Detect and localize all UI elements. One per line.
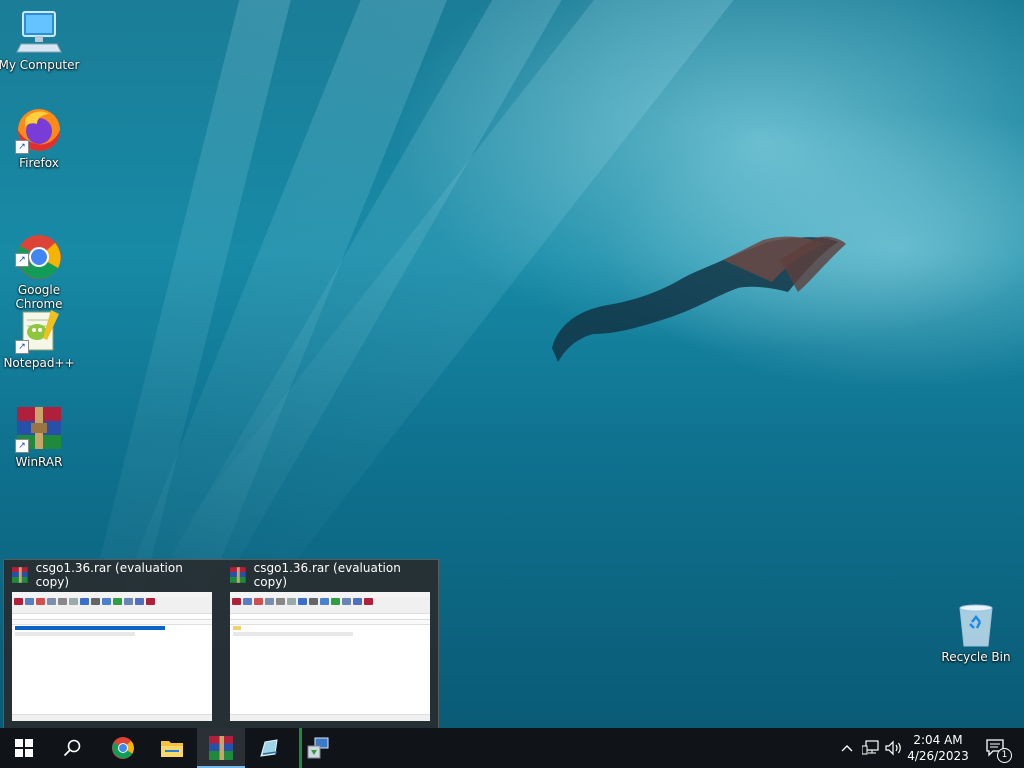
desktop-icon-my-computer[interactable]: My Computer bbox=[0, 8, 81, 72]
folder-icon bbox=[161, 741, 183, 757]
thumbnail-title: csgo1.36.rar (evaluation copy) bbox=[35, 561, 183, 589]
start-button[interactable] bbox=[0, 728, 48, 768]
desktop-icon-recycle-bin[interactable]: Recycle Bin bbox=[940, 600, 1012, 664]
chrome-icon: ↗ bbox=[15, 219, 63, 279]
taskbar-file-explorer[interactable] bbox=[148, 728, 196, 768]
taskbar-chrome[interactable] bbox=[99, 728, 147, 768]
firefox-icon: ↗ bbox=[15, 106, 63, 154]
thumbnail-title: csgo1.36.rar (evaluation copy) bbox=[253, 561, 401, 589]
taskbar-app-installer[interactable] bbox=[297, 728, 339, 768]
shortcut-arrow-icon: ↗ bbox=[15, 439, 29, 453]
clock-time: 2:04 AM bbox=[913, 733, 963, 747]
window-thumbnail[interactable]: csgo1.36.rar (evaluation copy) bbox=[4, 560, 216, 729]
desktop-icon-label: Notepad++ bbox=[3, 356, 75, 370]
volume-button[interactable] bbox=[882, 728, 906, 768]
search-icon bbox=[63, 739, 81, 757]
desktop-icon-label: Firefox bbox=[19, 156, 59, 170]
desktop-icon-notepadpp[interactable]: ↗ Notepad++ bbox=[0, 306, 81, 370]
app-indicator bbox=[299, 728, 302, 768]
writing-app-icon bbox=[260, 739, 278, 757]
winrar-icon bbox=[12, 567, 28, 583]
desktop-icon-label: My Computer bbox=[0, 58, 80, 72]
chevron-up-icon bbox=[841, 745, 853, 752]
taskbar-winrar[interactable] bbox=[197, 728, 245, 768]
desktop-icon-label: Recycle Bin bbox=[941, 650, 1011, 664]
winrar-window-preview bbox=[230, 592, 430, 721]
thumbnail-title-row: csgo1.36.rar (evaluation copy) bbox=[12, 561, 216, 589]
taskbar-thumbnail-preview: csgo1.36.rar (evaluation copy) csgo1.36.… bbox=[3, 559, 439, 730]
speaker-icon bbox=[885, 740, 901, 756]
clock-date: 4/26/2023 bbox=[907, 749, 969, 763]
desktop-icon-winrar[interactable]: ↗ WinRAR bbox=[0, 405, 81, 469]
shortcut-arrow-icon: ↗ bbox=[15, 140, 29, 154]
clock-button[interactable]: 2:04 AM 4/26/2023 bbox=[906, 728, 970, 768]
taskbar-app-pen[interactable] bbox=[245, 728, 293, 768]
winrar-icon bbox=[230, 567, 246, 583]
notification-count-badge: 1 bbox=[997, 748, 1012, 763]
desktop-icon-firefox[interactable]: ↗ Firefox bbox=[0, 106, 81, 170]
network-icon bbox=[862, 740, 879, 755]
notepadpp-icon: ↗ bbox=[15, 306, 63, 354]
show-hidden-icons-button[interactable] bbox=[835, 728, 859, 768]
winrar-window-preview bbox=[12, 592, 212, 721]
winrar-icon: ↗ bbox=[15, 405, 63, 453]
diver-silhouette bbox=[552, 236, 846, 362]
desktop-icon-label: WinRAR bbox=[15, 455, 63, 469]
taskbar: 2:04 AM 4/26/2023 1 bbox=[0, 728, 1024, 768]
thumbnail-title-row: csgo1.36.rar (evaluation copy) bbox=[230, 561, 434, 589]
shortcut-arrow-icon: ↗ bbox=[15, 340, 29, 354]
network-button[interactable] bbox=[859, 728, 883, 768]
windows-logo-icon bbox=[15, 739, 33, 757]
window-thumbnail[interactable]: csgo1.36.rar (evaluation copy) bbox=[222, 560, 434, 729]
computer-icon bbox=[15, 8, 63, 56]
chrome-icon bbox=[112, 737, 134, 759]
shortcut-arrow-icon: ↗ bbox=[15, 253, 29, 267]
search-button[interactable] bbox=[48, 728, 96, 768]
installer-icon bbox=[307, 737, 329, 759]
action-center-button[interactable]: 1 bbox=[976, 728, 1016, 768]
recycle-bin-icon bbox=[952, 600, 1000, 648]
winrar-icon bbox=[209, 736, 233, 760]
